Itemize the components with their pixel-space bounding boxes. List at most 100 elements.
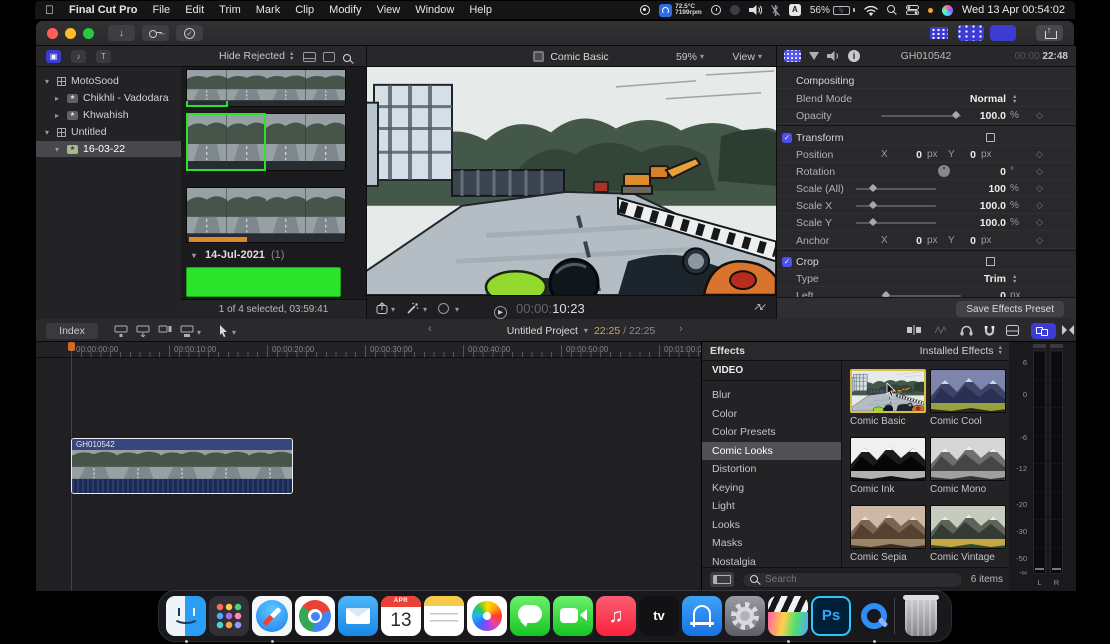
safari-dock-icon[interactable] (252, 596, 292, 636)
fullscreen-icon[interactable]: ↗↙ (753, 302, 764, 313)
video-canvas[interactable] (366, 67, 776, 295)
insert-edit-icon[interactable] (136, 325, 150, 337)
viewer-view-dropdown[interactable]: View▾ (732, 46, 762, 67)
keyframe-diamond-icon[interactable]: ◇ (1036, 217, 1043, 228)
keyframe-diamond-icon[interactable]: ◇ (1036, 183, 1043, 194)
green-screen-clip[interactable] (186, 267, 341, 297)
mail-dock-icon[interactable] (338, 596, 378, 636)
blend-mode-value[interactable]: Normal (926, 93, 1006, 105)
disclosure-triangle-icon[interactable]: ▾ (52, 145, 62, 154)
transitions-browser-icon[interactable] (1062, 325, 1074, 335)
crop-onscreen-icon[interactable] (986, 257, 995, 266)
filmstrip-view-icon[interactable] (323, 52, 335, 62)
minimize-window-button[interactable] (65, 28, 76, 39)
enhancements-wand-icon[interactable] (406, 302, 419, 315)
effect-comic-vintage[interactable]: Comic Vintage (930, 505, 1006, 563)
trim-feedback-icon[interactable] (907, 325, 921, 335)
disclosure-triangle-icon[interactable]: ▾ (42, 128, 52, 137)
append-edit-icon[interactable] (158, 325, 172, 337)
system-preferences-dock-icon[interactable] (725, 596, 765, 636)
keyword-editor-button[interactable] (142, 25, 169, 41)
clock-menu-icon[interactable] (711, 5, 721, 15)
crop-checkbox[interactable]: ✓ (782, 257, 792, 267)
disclosure-triangle-icon[interactable]: ▸ (52, 94, 62, 103)
date-group-header[interactable]: ▾ 14-Jul-2021 (1) (189, 249, 284, 261)
siri-icon[interactable] (942, 5, 953, 16)
scale-all-value[interactable]: 100 (936, 183, 1006, 195)
notes-dock-icon[interactable] (424, 596, 464, 636)
clip-appearance-icon[interactable] (303, 52, 316, 62)
system-monitor-widget[interactable]: 72.5°C 7199rpm (659, 4, 702, 17)
skimming-icon[interactable] (934, 325, 947, 335)
scale-x-slider[interactable] (856, 205, 936, 207)
effect-comic-basic[interactable]: Comic Basic (850, 369, 926, 427)
photoshop-dock-icon[interactable]: Ps (811, 596, 851, 636)
category-looks[interactable]: Looks (702, 516, 841, 535)
next-timeline-icon[interactable]: › (679, 323, 683, 335)
finder-dock-icon[interactable] (166, 596, 206, 636)
category-comic-looks[interactable]: Comic Looks (702, 442, 841, 461)
effects-search-input[interactable] (742, 572, 963, 588)
effects-sidebar-toggle-button[interactable] (710, 572, 734, 587)
scale-all-slider[interactable] (856, 188, 936, 190)
audio-inspector-tab-icon[interactable] (827, 51, 840, 61)
share-button[interactable] (1036, 25, 1063, 41)
clip-appearance-icon[interactable] (1006, 325, 1019, 336)
position-x-value[interactable]: 0 (892, 149, 922, 161)
filter-stepper-icon[interactable]: ▲▼ (289, 52, 294, 61)
blend-mode-stepper-icon[interactable]: ▲▼ (1012, 95, 1017, 104)
keyframe-diamond-icon[interactable]: ◇ (1036, 166, 1043, 177)
crop-type-stepper-icon[interactable]: ▲▼ (1012, 275, 1017, 284)
overwrite-edit-icon[interactable] (180, 325, 194, 337)
save-effects-preset-button[interactable]: Save Effects Preset (956, 301, 1064, 317)
music-dock-icon[interactable]: ♫ (596, 596, 636, 636)
keyframe-diamond-icon[interactable]: ◇ (1036, 149, 1043, 160)
previous-timeline-icon[interactable]: ‹ (428, 323, 432, 335)
timeline-clip[interactable]: GH010542 (71, 438, 293, 494)
app-menu[interactable]: Final Cut Pro (69, 4, 137, 16)
focus-mode-icon[interactable] (730, 5, 740, 15)
sidebar-item-khwahish[interactable]: ▸ ★ Khwahish (36, 107, 181, 123)
anchor-y-value[interactable]: 0 (946, 235, 976, 247)
video-inspector-tab-icon[interactable] (784, 50, 801, 62)
chevron-down-icon[interactable]: ▾ (423, 305, 427, 314)
photos-audio-browser-icon[interactable]: ♪ (71, 50, 86, 63)
sidebar-item-16-03-22[interactable]: ▾ ★ 16-03-22 (36, 141, 181, 157)
opacity-value[interactable]: 100.0 (936, 110, 1006, 122)
filter-dropdown[interactable]: Hide Rejected (219, 50, 285, 62)
chevron-down-icon[interactable]: ▾ (197, 328, 201, 337)
clip-actions-icon[interactable] (376, 302, 388, 314)
battery-status[interactable]: 56% ϟ (810, 5, 855, 16)
connect-edit-icon[interactable] (114, 325, 128, 337)
scale-y-value[interactable]: 100.0 (936, 217, 1006, 229)
snapping-icon[interactable] (984, 325, 995, 336)
sidebar-item-untitled[interactable]: ▾ Untitled (36, 124, 181, 140)
quicktime-dock-icon[interactable] (854, 596, 894, 636)
disclosure-triangle-icon[interactable]: ▸ (52, 111, 62, 120)
menu-mark[interactable]: Mark (256, 4, 280, 16)
messages-dock-icon[interactable] (510, 596, 550, 636)
titles-generators-browser-icon[interactable]: T (96, 50, 111, 63)
inspector-toggle-button[interactable] (990, 25, 1016, 41)
facetime-dock-icon[interactable] (553, 596, 593, 636)
zoom-window-button[interactable] (83, 28, 94, 39)
clip-browser-icon[interactable]: ▣ (46, 50, 61, 63)
position-y-value[interactable]: 0 (946, 149, 976, 161)
installed-effects-dropdown[interactable]: Installed Effects ▲▼ (920, 345, 1003, 357)
index-button[interactable]: Index (46, 323, 98, 339)
category-masks[interactable]: Masks (702, 534, 841, 553)
viewer-zoom-dropdown[interactable]: 59%▾ (676, 46, 704, 67)
effect-comic-sepia[interactable]: Comic Sepia (850, 505, 926, 563)
menu-bar-clock[interactable]: Wed 13 Apr 00:54:02 (962, 4, 1065, 16)
background-tasks-button[interactable]: ✓ (176, 25, 203, 41)
effect-comic-mono[interactable]: Comic Mono (930, 437, 1006, 495)
category-color[interactable]: Color (702, 405, 841, 424)
crop-type-value[interactable]: Trim (926, 273, 1006, 285)
apple-menu-icon[interactable]:  (45, 3, 54, 17)
menu-help[interactable]: Help (469, 4, 492, 16)
disclosure-triangle-icon[interactable]: ▾ (42, 77, 52, 86)
apple-tv-dock-icon[interactable]: tv (639, 596, 679, 636)
sidebar-item-chikhli-vadodara[interactable]: ▸ ★ Chikhli - Vadodara (36, 90, 181, 106)
control-center-icon[interactable] (906, 5, 919, 15)
menu-view[interactable]: View (377, 4, 401, 16)
